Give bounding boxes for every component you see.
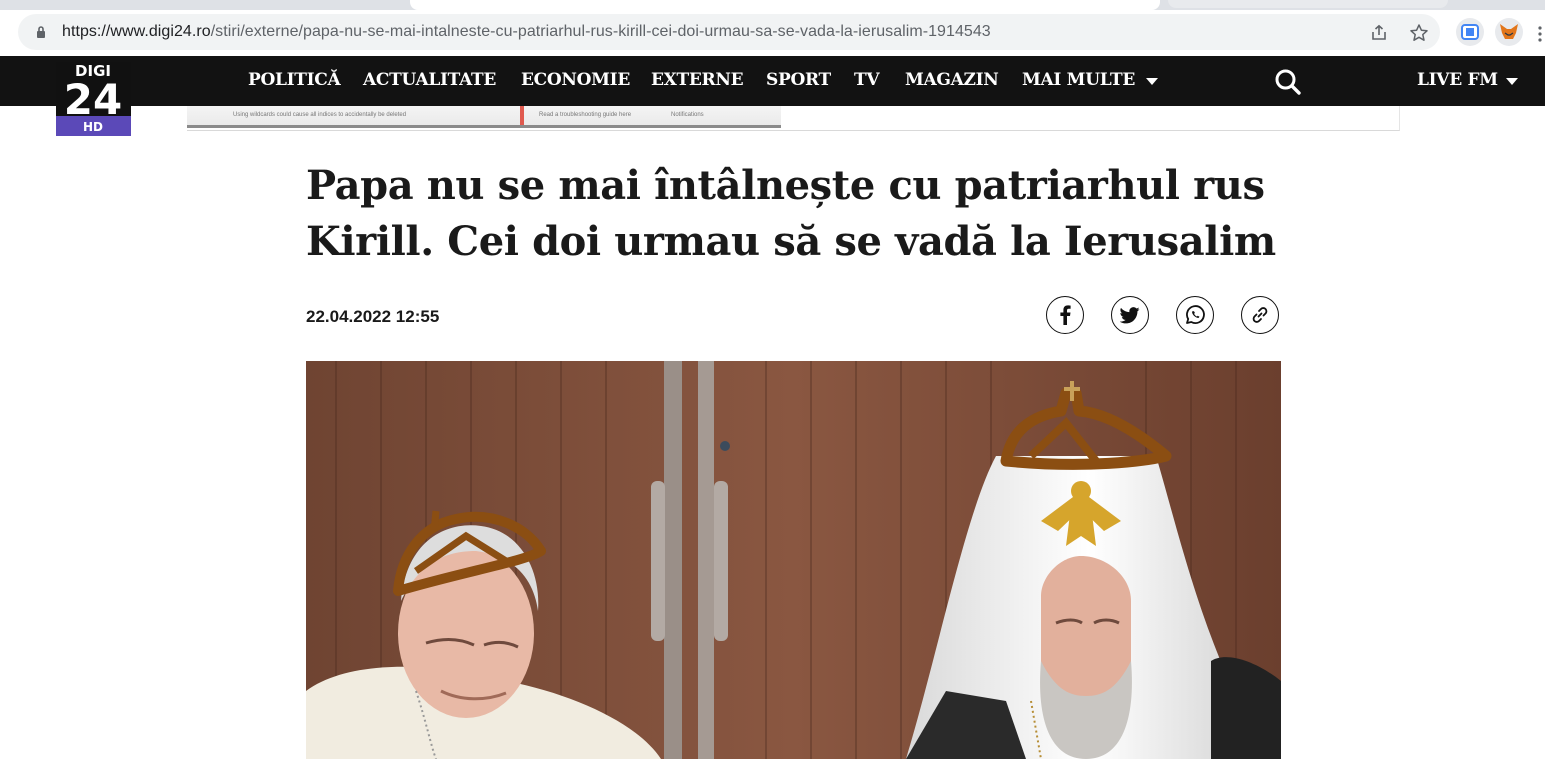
browser-toolbar: https://www.digi24.ro/stiri/externe/papa… [0,10,1545,56]
nav-economie[interactable]: ECONOMIE [521,70,630,90]
browser-tab[interactable] [1168,0,1448,8]
ad-bottom-bar [187,125,781,128]
article-date: 22.04.2022 12:55 [306,307,440,326]
metamask-fox-icon[interactable] [1495,18,1523,46]
share-page-icon[interactable] [1368,22,1390,44]
extension-translate-icon[interactable] [1456,18,1484,46]
ad-image[interactable]: Using wildcards could cause all indices … [187,106,781,128]
share-facebook-button[interactable] [1046,296,1084,334]
link-icon [1252,307,1268,323]
nav-magazin[interactable]: MAGAZIN [905,70,999,90]
bookmark-star-icon[interactable] [1408,22,1430,44]
lock-icon[interactable] [36,25,46,39]
whatsapp-icon [1186,305,1205,324]
browser-menu-icon[interactable] [1538,26,1542,42]
share-whatsapp-button[interactable] [1176,296,1214,334]
browser-tab-strip [0,0,1545,10]
url-text[interactable]: https://www.digi24.ro/stiri/externe/papa… [62,23,991,41]
chevron-down-icon[interactable] [1506,78,1518,86]
live-fm-link[interactable]: LIVE FM [1417,70,1498,90]
url-path: /stiri/externe/papa-nu-se-mai-intalneste… [210,23,991,40]
digi24-logo[interactable]: DIGI 24 HD [56,62,131,136]
ad-text-mid: Read a troubleshooting guide here [539,112,632,118]
nav-actualitate[interactable]: ACTUALITATE [363,70,496,90]
nav-sport[interactable]: SPORT [766,70,831,90]
url-host: https://www.digi24.ro [62,23,211,40]
article-title: Papa nu se mai întâlnește cu patriarhul … [306,162,1276,265]
nav-tv[interactable]: TV [854,70,880,90]
facebook-icon [1060,305,1071,325]
nav-mai-multe[interactable]: MAI MULTE [1022,70,1135,90]
nav-externe[interactable]: EXTERNE [651,70,744,90]
copy-link-button[interactable] [1241,296,1279,334]
browser-tab-active[interactable] [410,0,1160,10]
article-photo[interactable] [306,361,1281,759]
chevron-down-icon[interactable] [1146,78,1158,86]
ad-text-left: Using wildcards could cause all indices … [233,112,407,118]
logo-main-text: 24 [64,75,122,124]
share-twitter-button[interactable] [1111,296,1149,334]
nav-politica[interactable]: POLITICĂ [248,70,341,90]
ad-text-right: Notifications [671,112,704,118]
logo-badge-text: HD [83,120,103,134]
site-navbar: POLITICĂ ACTUALITATE ECONOMIE EXTERNE SP… [0,56,1545,106]
address-bar[interactable]: https://www.digi24.ro/stiri/externe/papa… [18,14,1440,50]
ad-banner[interactable]: Using wildcards could cause all indices … [187,106,1400,131]
twitter-icon [1120,306,1140,323]
search-icon[interactable] [1274,68,1302,96]
photo-illustration [306,361,1281,759]
